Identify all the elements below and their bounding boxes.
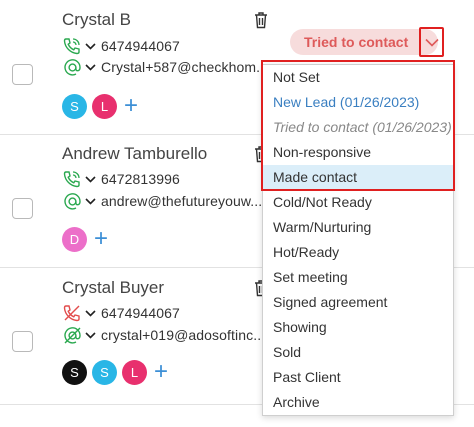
at-icon[interactable] — [61, 57, 83, 77]
menu-item-set-meeting[interactable]: Set meeting — [263, 265, 453, 290]
chevron-down-icon[interactable] — [83, 169, 97, 189]
status-dropdown-toggle[interactable] — [419, 27, 444, 57]
phone-icon[interactable] — [61, 169, 83, 189]
email-line: Crystal+587@checkhom... — [61, 57, 268, 77]
tag-avatar[interactable]: S — [92, 359, 117, 385]
menu-item-archive[interactable]: Archive — [263, 390, 453, 415]
plus-icon[interactable]: + — [94, 227, 108, 251]
chevron-down-icon[interactable] — [83, 303, 97, 323]
chevron-down-icon[interactable] — [83, 325, 97, 345]
status-dropdown-menu: Not Set New Lead (01/26/2023) Tried to c… — [262, 64, 454, 416]
tag-list: D + — [62, 226, 108, 252]
menu-item-made-contact[interactable]: Made contact — [263, 165, 453, 190]
email-address: Crystal+587@checkhom... — [101, 59, 269, 75]
menu-item-non-responsive[interactable]: Non-responsive — [263, 140, 453, 165]
contact-name: Crystal Buyer — [62, 278, 165, 297]
tag-list: S L + — [62, 93, 138, 119]
tag-avatar[interactable]: L — [92, 93, 117, 119]
menu-item-not-set[interactable]: Not Set — [263, 65, 453, 90]
contact-name: Andrew Tamburello — [62, 144, 208, 163]
at-icon[interactable] — [61, 191, 83, 211]
phone-line: 6474944067 — [61, 36, 180, 56]
row-checkbox[interactable] — [12, 198, 33, 219]
email-address: andrew@thefutureyouw... — [101, 193, 263, 209]
phone-icon[interactable] — [61, 36, 83, 56]
phone-line: 6474944067 — [61, 303, 180, 323]
tag-list: S S L + — [62, 359, 168, 385]
status-label: Tried to contact — [304, 34, 409, 50]
menu-item-new-lead[interactable]: New Lead (01/26/2023) — [263, 90, 453, 115]
phone-line: 6472813996 — [61, 169, 180, 189]
menu-item-showing[interactable]: Showing — [263, 315, 453, 340]
menu-item-tried-to-contact[interactable]: Tried to contact (01/26/2023) — [263, 115, 453, 140]
chevron-down-icon[interactable] — [83, 36, 97, 56]
menu-item-sold[interactable]: Sold — [263, 340, 453, 365]
phone-number: 6472813996 — [101, 171, 180, 187]
phone-number: 6474944067 — [101, 38, 180, 54]
email-line: crystal+019@adosoftinc... — [61, 325, 265, 345]
tag-avatar[interactable]: S — [62, 359, 87, 385]
email-address: crystal+019@adosoftinc... — [101, 327, 266, 343]
menu-item-past-client[interactable]: Past Client — [263, 365, 453, 390]
chevron-down-icon[interactable] — [83, 57, 97, 77]
tag-avatar[interactable]: D — [62, 226, 87, 252]
tag-avatar[interactable]: L — [122, 359, 147, 385]
at-disabled-icon[interactable] — [61, 325, 83, 345]
phone-number: 6474944067 — [101, 305, 180, 321]
trash-icon[interactable] — [253, 11, 269, 29]
row-checkbox[interactable] — [12, 64, 33, 85]
plus-icon[interactable]: + — [124, 94, 138, 118]
menu-item-hot-ready[interactable]: Hot/Ready — [263, 240, 453, 265]
row-checkbox[interactable] — [12, 331, 33, 352]
contact-name: Crystal B — [62, 10, 131, 29]
menu-item-warm-nurturing[interactable]: Warm/Nurturing — [263, 215, 453, 240]
plus-icon[interactable]: + — [154, 360, 168, 384]
phone-disabled-icon[interactable] — [61, 303, 83, 323]
tag-avatar[interactable]: S — [62, 93, 87, 119]
menu-item-cold-not-ready[interactable]: Cold/Not Ready — [263, 190, 453, 215]
status-badge[interactable]: Tried to contact — [290, 29, 438, 55]
menu-item-signed-agreement[interactable]: Signed agreement — [263, 290, 453, 315]
email-line: andrew@thefutureyouw... — [61, 191, 262, 211]
chevron-down-icon[interactable] — [83, 191, 97, 211]
chevron-down-icon — [424, 38, 439, 47]
